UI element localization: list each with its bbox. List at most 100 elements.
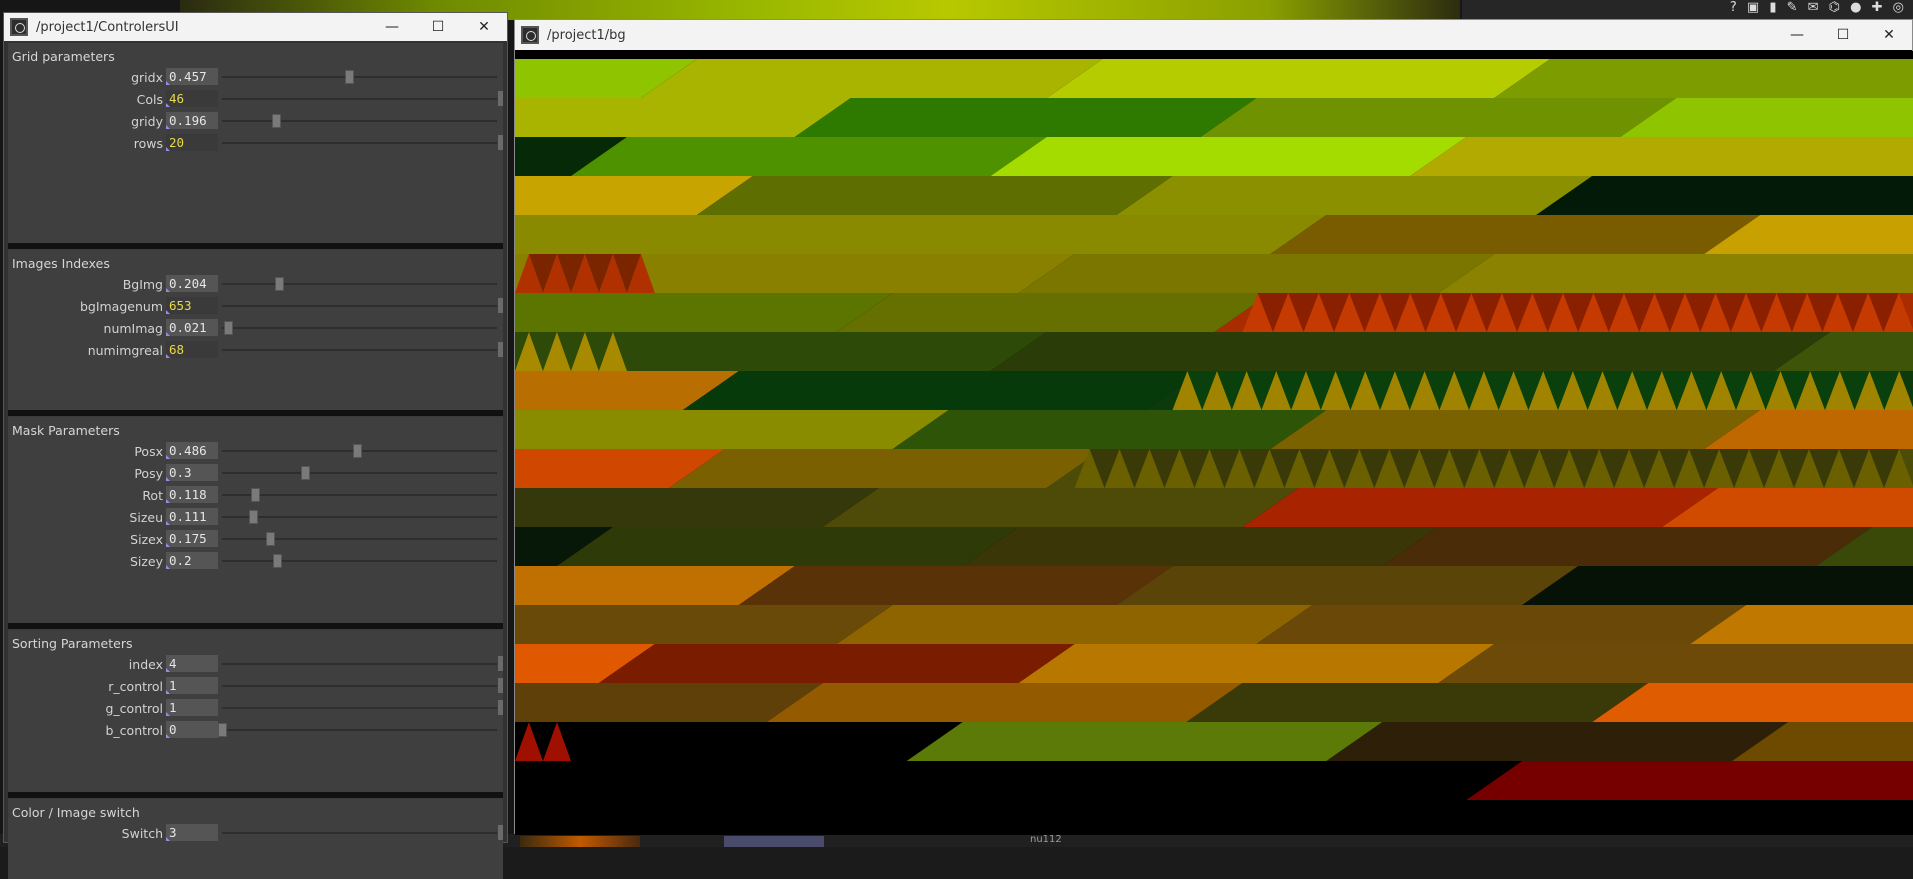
param-slider-track[interactable] [222, 349, 497, 351]
param-value-field[interactable]: 46 [166, 90, 218, 107]
param-slider-handle[interactable] [223, 321, 233, 335]
canvas-band [696, 176, 1173, 215]
param-value-field[interactable]: 1 [166, 699, 218, 716]
canvas-band [794, 98, 1257, 137]
section-divider [8, 243, 503, 249]
param-slider-track[interactable] [222, 516, 497, 518]
minimize-icon[interactable]: — [1774, 18, 1820, 52]
canvas-band [515, 800, 1913, 835]
param-value-field[interactable]: 0.111 [166, 508, 218, 525]
param-slider-track[interactable] [222, 472, 497, 474]
canvas-band [515, 722, 963, 761]
param-label: Posx [134, 444, 163, 459]
canvas-band [1046, 59, 1551, 98]
param-slider-track[interactable] [222, 120, 497, 122]
param-value-field[interactable]: 0 [166, 721, 218, 738]
param-slider-end-handle[interactable] [498, 298, 503, 313]
canvas-band [892, 410, 1327, 449]
maximize-icon[interactable]: ☐ [415, 10, 461, 44]
bg-titlebar[interactable]: /project1/bg — ☐ ✕ [515, 20, 1912, 50]
host-node-label[interactable]: nu112 [1030, 834, 1062, 845]
param-value-field[interactable]: 0.175 [166, 530, 218, 547]
host-node-thumbnail[interactable] [724, 836, 824, 847]
canvas-band [836, 605, 1313, 644]
param-slider-track[interactable] [222, 685, 497, 687]
section-title: Mask Parameters [12, 423, 120, 438]
param-slider-handle[interactable] [344, 70, 354, 84]
canvas-band [515, 605, 893, 644]
param-slider-track[interactable] [222, 98, 497, 100]
param-row-posx: Posx 0.486 [8, 442, 503, 460]
param-value-field[interactable]: 4 [166, 655, 218, 672]
param-slider-handle[interactable] [248, 510, 258, 524]
param-slider-handle[interactable] [272, 114, 282, 128]
param-value-field[interactable]: 0.457 [166, 68, 218, 85]
param-slider-end-handle[interactable] [498, 342, 503, 357]
param-slider-track[interactable] [222, 327, 497, 329]
param-label: Rot [142, 488, 163, 503]
param-slider-track[interactable] [222, 707, 497, 709]
section-title: Color / Image switch [12, 805, 140, 820]
param-value-field[interactable]: 0.021 [166, 319, 218, 336]
param-slider-track[interactable] [222, 305, 497, 307]
canvas-band [1018, 254, 1495, 293]
controllers-titlebar[interactable]: /project1/ControlersUI — ☐ ✕ [4, 13, 507, 41]
canvas-band [1326, 722, 1789, 761]
param-slider-end-handle[interactable] [498, 656, 503, 671]
param-value-field[interactable]: 653 [166, 297, 218, 314]
bg-viewer-canvas[interactable] [515, 51, 1913, 835]
param-value-field[interactable]: 3 [166, 824, 218, 841]
param-slider-track[interactable] [222, 832, 497, 834]
param-value-field[interactable]: 20 [166, 134, 218, 151]
close-icon[interactable]: ✕ [1866, 18, 1912, 52]
canvas-band [766, 683, 1243, 722]
param-value-field[interactable]: 0.196 [166, 112, 218, 129]
close-icon[interactable]: ✕ [461, 10, 507, 44]
param-slider-end-handle[interactable] [498, 825, 503, 840]
param-value-field[interactable]: 0.118 [166, 486, 218, 503]
param-slider-handle[interactable] [274, 277, 284, 291]
canvas-band [738, 566, 1173, 605]
minimize-icon[interactable]: — [369, 10, 415, 44]
param-value-field[interactable]: 0.486 [166, 442, 218, 459]
param-row-r-control: r_control 1 [8, 677, 503, 695]
param-value-field[interactable]: 0.2 [166, 552, 218, 569]
app-icon [10, 18, 28, 36]
param-row-b-control: b_control 0 [8, 721, 503, 739]
param-slider-end-handle[interactable] [498, 678, 503, 693]
param-row-posy: Posy 0.3 [8, 464, 503, 482]
section-images-indexes: Images Indexes BgImg 0.204 bgImagenum 653 num… [8, 250, 503, 410]
param-slider-handle[interactable] [218, 723, 227, 737]
param-slider-handle[interactable] [250, 488, 260, 502]
section-mask-parameters: Mask Parameters Posx 0.486 Posy 0.3 Rot 0.118 S… [8, 417, 503, 623]
param-label: b_control [105, 723, 163, 738]
param-slider-handle[interactable] [266, 532, 276, 546]
param-slider-track[interactable] [222, 494, 497, 496]
param-slider-track[interactable] [222, 538, 497, 540]
maximize-icon[interactable]: ☐ [1820, 18, 1866, 52]
param-row-sizeu: Sizeu 0.111 [8, 508, 503, 526]
canvas-band [836, 293, 1271, 332]
param-slider-track[interactable] [222, 142, 497, 144]
host-toolbar-icons[interactable]: ? ▣ ▮ ✎ ✉ ⌬ ● ✚ ◎ [1730, 0, 1907, 15]
param-slider-end-handle[interactable] [498, 91, 503, 106]
param-slider-handle[interactable] [301, 466, 311, 480]
param-slider-handle[interactable] [273, 554, 283, 568]
section-color-image-switch: Color / Image switch Switch 3 [8, 799, 503, 879]
param-slider-handle[interactable] [352, 444, 362, 458]
param-slider-track[interactable] [222, 283, 497, 285]
canvas-band [1410, 137, 1913, 176]
host-node-thumbnail[interactable] [520, 836, 640, 847]
param-slider-end-handle[interactable] [498, 700, 503, 715]
param-slider-track[interactable] [222, 560, 497, 562]
param-slider-end-handle[interactable] [498, 135, 503, 150]
param-value-field[interactable]: 1 [166, 677, 218, 694]
canvas-band [556, 527, 1019, 566]
param-slider-track[interactable] [222, 663, 497, 665]
param-value-field[interactable]: 68 [166, 341, 218, 358]
param-slider-track[interactable] [222, 76, 497, 78]
canvas-band [1438, 644, 1913, 683]
param-slider-track[interactable] [222, 729, 497, 731]
param-value-field[interactable]: 0.204 [166, 275, 218, 292]
param-value-field[interactable]: 0.3 [166, 464, 218, 481]
